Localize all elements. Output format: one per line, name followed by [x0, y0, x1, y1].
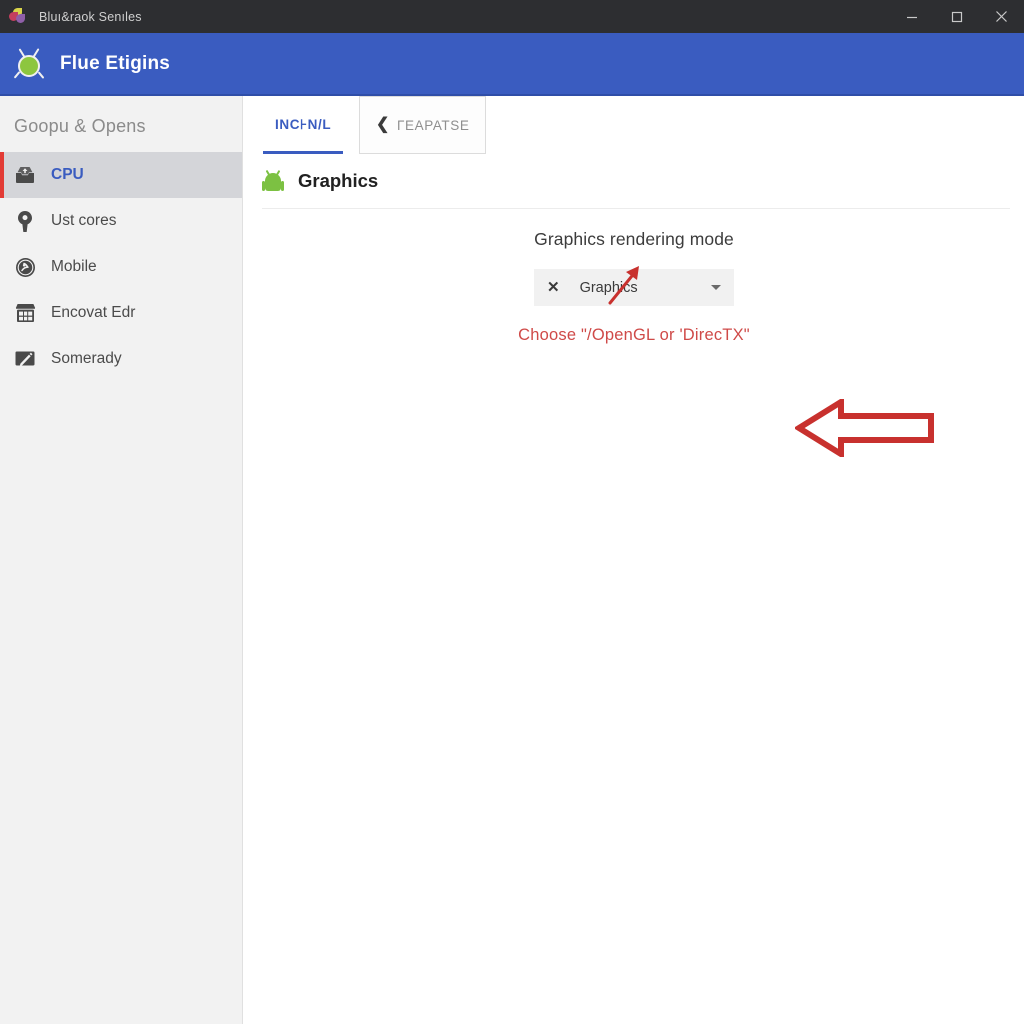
sidebar-item-encovat-edr[interactable]: Encovat Edr: [0, 290, 242, 336]
application-window: Bluı&raok Senıles Flue Etigins Goopu & O…: [0, 0, 1024, 1024]
section-divider: [262, 208, 1010, 209]
window-controls: [889, 0, 1024, 33]
app-logo-icon: [9, 7, 27, 26]
sidebar-item-label: CPU: [51, 166, 84, 183]
storefront-icon: [14, 302, 36, 324]
content-pane: INC⊦N/L ❮ ΓEAPATSE Graphics Graphics ren…: [244, 96, 1024, 1024]
graphics-rendering-mode-dropdown[interactable]: ✕ Graphics: [534, 269, 734, 306]
android-bug-logo-icon: [12, 47, 46, 81]
maximize-icon[interactable]: [934, 0, 979, 33]
sidebar-header: Goopu & Opens: [14, 116, 146, 136]
chevron-left-icon: ❮: [375, 116, 390, 133]
inbox-upload-icon: [14, 164, 36, 186]
location-pin-icon: [14, 210, 36, 232]
tab-label: INC⊦N/L: [275, 117, 332, 132]
sidebar-item-label: Mobile: [51, 258, 97, 275]
sidebar-item-ust-cores[interactable]: Ust cores: [0, 198, 242, 244]
tab-secondary[interactable]: ❮ ΓEAPATSE: [359, 96, 487, 154]
title-bar: Bluı&raok Senıles: [0, 0, 1024, 33]
app-title: Flue Etigins: [60, 52, 171, 74]
chevron-down-icon[interactable]: [711, 285, 721, 290]
sidebar-item-label: Somerady: [51, 350, 122, 367]
android-robot-icon: [262, 169, 284, 191]
section-header: Graphics: [244, 154, 1024, 192]
sidebar-item-cpu[interactable]: CPU: [0, 152, 242, 198]
minimize-icon[interactable]: [889, 0, 934, 33]
tab-general[interactable]: INC⊦N/L: [261, 96, 345, 154]
app-header: Flue Etigins: [0, 33, 1024, 96]
close-icon[interactable]: ✕: [547, 280, 560, 295]
pen-screen-icon: [14, 348, 36, 370]
circle-badge-icon: [14, 256, 36, 278]
setting-label: Graphics rendering mode: [534, 229, 734, 249]
sidebar-item-mobile[interactable]: Mobile: [0, 244, 242, 290]
sidebar-item-somerady[interactable]: Somerady: [0, 336, 242, 382]
window-title: Bluı&raok Senıles: [39, 9, 142, 24]
dropdown-selected-value: Graphics: [579, 279, 638, 296]
big-red-arrow-left-icon: [795, 399, 934, 457]
sidebar: Goopu & Opens CPU Ust cores Mobile Encov…: [0, 96, 243, 1024]
annotation-text: Choose "/OpenGL or 'DirecTX": [518, 326, 750, 344]
sidebar-item-label: Ust cores: [51, 212, 117, 229]
close-icon[interactable]: [979, 0, 1024, 33]
graphics-setting-block: Graphics rendering mode ✕ Graphics Choos…: [244, 229, 1024, 457]
section-title: Graphics: [298, 170, 379, 191]
sidebar-item-label: Encovat Edr: [51, 304, 136, 321]
tab-bar: INC⊦N/L ❮ ΓEAPATSE: [244, 96, 1024, 154]
tab-label: ΓEAPATSE: [396, 117, 470, 133]
